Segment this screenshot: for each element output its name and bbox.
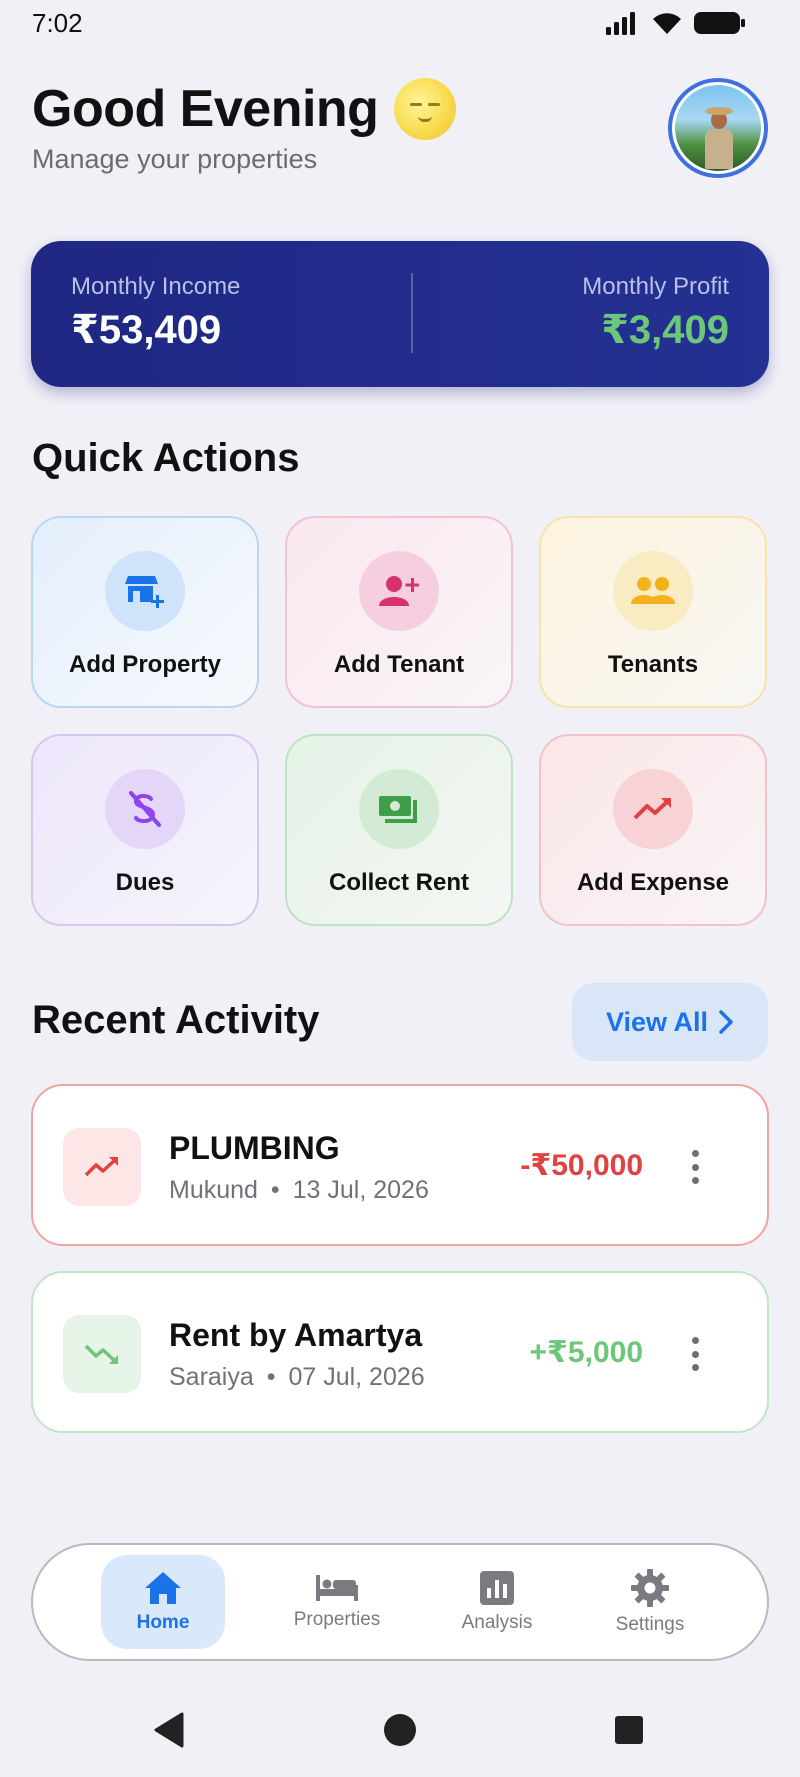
status-icons [604,10,746,36]
dues-button[interactable]: Dues [31,734,259,926]
income-value: ₹53,409 [71,308,222,352]
add-tenant-button[interactable]: Add Tenant [285,516,513,708]
back-icon[interactable] [152,1712,186,1748]
recent-activity-title: Recent Activity [32,998,320,1042]
dues-label: Dues [115,869,175,896]
tenants-button[interactable]: Tenants [539,516,767,708]
system-nav-bar [0,1710,800,1750]
nav-settings-label: Settings [615,1614,685,1635]
add-expense-label: Add Expense [576,869,730,896]
bottom-nav: Home Properties Analysis Settings [31,1543,769,1661]
status-time: 7:02 [32,8,83,38]
bed-icon [316,1575,358,1601]
view-all-button[interactable]: View All [572,983,768,1061]
nav-home[interactable]: Home [101,1555,225,1649]
activity-title: Rent by Amartya [169,1317,423,1353]
add-expense-icon [633,798,671,820]
nav-settings[interactable]: Settings [588,1555,712,1649]
home-circle-icon[interactable] [383,1713,417,1747]
wifi-icon [653,13,681,35]
activity-card[interactable]: PLUMBING Mukund • 13 Jul, 2026 -₹50,000 [31,1084,769,1246]
chevron-right-icon [719,1010,733,1034]
more-options-icon[interactable] [691,1150,699,1184]
profit-value: ₹3,409 [601,308,729,352]
tenants-icon [631,577,675,604]
nav-properties[interactable]: Properties [275,1555,399,1649]
trending-down-icon [84,1344,118,1364]
moon-emoji-icon [394,78,457,140]
collect-rent-button[interactable]: Collect Rent [285,734,513,926]
activity-date: 13 Jul, 2026 [292,1176,429,1204]
analytics-icon [480,1571,514,1605]
activity-meta: Saraiya • 07 Jul, 2026 [169,1363,425,1391]
activity-person: Saraiya [169,1363,254,1391]
battery-icon [694,12,745,34]
add-property-icon [125,576,164,608]
activity-person: Mukund [169,1176,258,1204]
add-property-button[interactable]: Add Property [31,516,259,708]
add-tenant-label: Add Tenant [333,651,465,678]
activity-card[interactable]: Rent by Amartya Saraiya • 07 Jul, 2026 +… [31,1271,769,1433]
summary-card: Monthly Income ₹53,409 Monthly Profit ₹3… [31,241,769,387]
quick-actions-title: Quick Actions [32,436,300,480]
more-options-icon[interactable] [691,1337,699,1371]
summary-divider [411,273,413,353]
nav-properties-label: Properties [293,1609,381,1630]
nav-home-label: Home [136,1612,190,1633]
avatar[interactable] [668,78,768,178]
dues-icon [129,791,161,827]
signal-icon [606,12,635,35]
activity-date: 07 Jul, 2026 [288,1363,425,1391]
collect-rent-label: Collect Rent [328,869,469,896]
home-icon [145,1572,181,1604]
activity-amount: -₹50,000 [520,1149,643,1182]
status-bar: 7:02 [0,0,800,46]
recents-icon[interactable] [614,1715,644,1745]
add-property-label: Add Property [68,651,221,678]
activity-meta: Mukund • 13 Jul, 2026 [169,1176,429,1204]
profit-label: Monthly Profit [582,273,729,300]
view-all-label: View All [605,1006,709,1037]
add-tenant-icon [379,576,419,606]
activity-title: PLUMBING [169,1130,340,1166]
trending-up-icon [84,1157,118,1177]
add-expense-button[interactable]: Add Expense [539,734,767,926]
collect-rent-icon [379,796,417,823]
page-subtitle: Manage your properties [32,144,318,174]
avatar-photo [675,85,761,171]
tenants-label: Tenants [607,651,699,678]
activity-amount: +₹5,000 [529,1336,643,1369]
nav-analysis[interactable]: Analysis [435,1555,559,1649]
greeting-text: Good Evening [32,80,379,138]
gear-icon [631,1569,669,1607]
nav-analysis-label: Analysis [461,1612,533,1633]
greeting: Good Evening [32,78,457,140]
income-label: Monthly Income [71,273,241,300]
